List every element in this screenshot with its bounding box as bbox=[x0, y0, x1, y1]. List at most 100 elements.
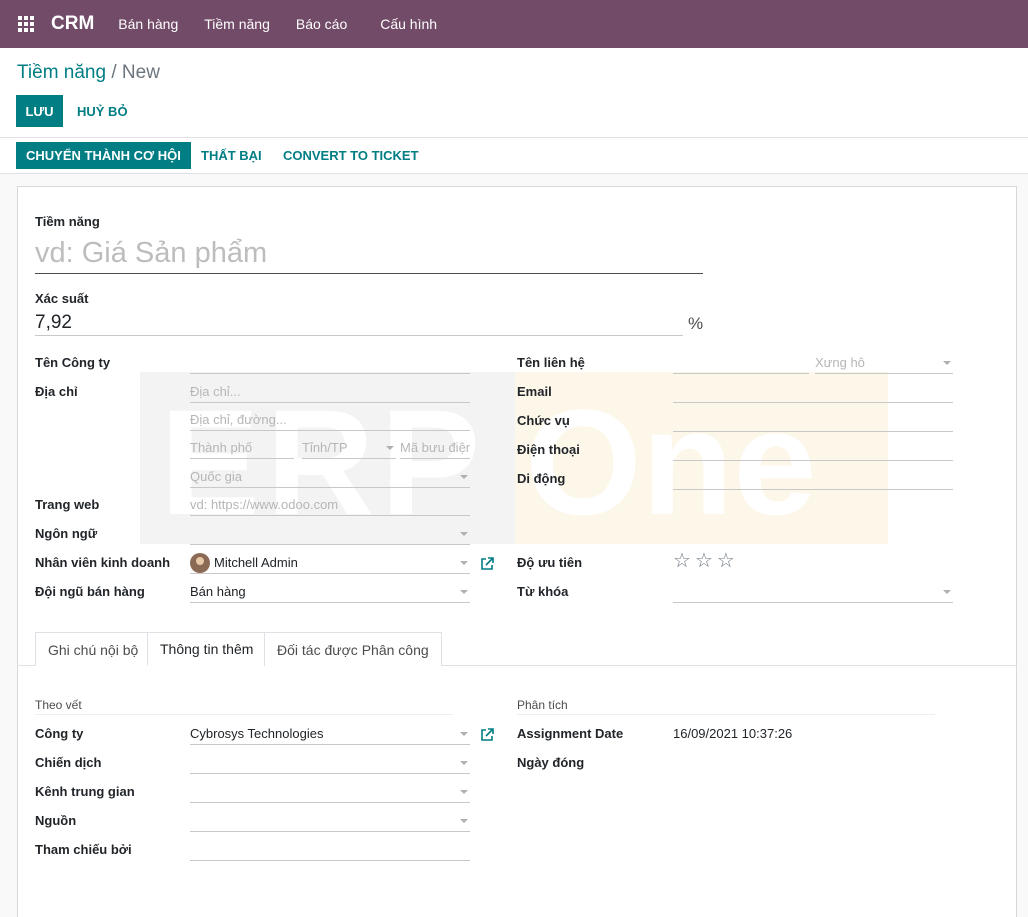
company-value: Cybrosys Technologies bbox=[190, 726, 324, 741]
chevron-down-icon bbox=[460, 475, 468, 479]
lead-title-placeholder: vd: Giá Sản phẩm bbox=[35, 237, 268, 269]
nav-menu-reporting[interactable]: Báo cáo bbox=[296, 16, 347, 32]
job-position-input[interactable] bbox=[673, 410, 953, 432]
probability-label: Xác suất bbox=[35, 291, 89, 306]
assignment-date-value: 16/09/2021 10:37:26 bbox=[673, 726, 793, 741]
sales-team-label: Đội ngũ bán hàng bbox=[35, 584, 145, 599]
mobile-input[interactable] bbox=[673, 468, 953, 490]
zip-input[interactable]: Mã bưu điện bbox=[400, 437, 470, 459]
street-input[interactable]: Địa chỉ... bbox=[190, 381, 470, 403]
mark-lost-button[interactable]: THẤT BẠI bbox=[201, 142, 262, 169]
city-placeholder: Thành phố bbox=[190, 440, 253, 455]
street2-input[interactable]: Địa chỉ, đường... bbox=[190, 409, 470, 431]
salesperson-select[interactable]: Mitchell Admin bbox=[190, 552, 470, 574]
sales-team-select[interactable]: Bán hàng bbox=[190, 581, 470, 603]
campaign-label: Chiến dịch bbox=[35, 755, 102, 770]
external-link-icon[interactable] bbox=[480, 728, 494, 742]
contact-title-select[interactable]: Xưng hô bbox=[815, 352, 953, 374]
save-button[interactable]: LƯU bbox=[16, 95, 63, 127]
chevron-down-icon bbox=[460, 532, 468, 536]
tags-label: Từ khóa bbox=[517, 584, 569, 599]
star-icon[interactable]: ☆ bbox=[717, 551, 735, 571]
section-divider bbox=[35, 714, 453, 715]
apps-menu-icon[interactable] bbox=[17, 15, 35, 33]
chevron-down-icon bbox=[460, 590, 468, 594]
convert-to-ticket-button[interactable]: CONVERT TO TICKET bbox=[283, 142, 419, 169]
phone-label: Điện thoại bbox=[517, 442, 580, 457]
external-link-icon[interactable] bbox=[480, 557, 494, 571]
priority-label: Độ ưu tiên bbox=[517, 555, 583, 570]
source-select[interactable] bbox=[190, 810, 470, 832]
mobile-label: Di động bbox=[517, 471, 566, 486]
chevron-down-icon bbox=[943, 590, 951, 594]
tracking-section-title: Theo vết bbox=[35, 698, 82, 712]
phone-input[interactable] bbox=[673, 439, 953, 461]
breadcrumb-parent[interactable]: Tiềm năng bbox=[17, 62, 106, 83]
breadcrumb-current: New bbox=[121, 62, 160, 83]
country-select[interactable]: Quốc gia bbox=[190, 466, 470, 488]
company-name-label: Tên Công ty bbox=[35, 355, 111, 370]
email-input[interactable] bbox=[673, 381, 953, 403]
assignment-date-label: Assignment Date bbox=[517, 726, 624, 741]
state-select[interactable]: Tỉnh/TP bbox=[302, 437, 396, 459]
top-navbar: CRM Bán hàng Tiềm năng Báo cáo Cấu hình bbox=[0, 0, 1028, 48]
tags-select[interactable] bbox=[673, 581, 953, 603]
company-label: Công ty bbox=[35, 726, 84, 741]
email-label: Email bbox=[517, 384, 552, 399]
probability-input[interactable]: 7,92 bbox=[35, 310, 683, 336]
avatar bbox=[190, 552, 210, 573]
source-label: Nguồn bbox=[35, 813, 77, 828]
country-placeholder: Quốc gia bbox=[190, 469, 243, 484]
contact-name-label: Tên liên hệ bbox=[517, 355, 585, 370]
address-label: Địa chỉ bbox=[35, 384, 78, 399]
status-bar: CHUYỂN THÀNH CƠ HỘI THẤT BẠI CONVERT TO … bbox=[0, 138, 1028, 174]
website-placeholder: vd: https://www.odoo.com bbox=[190, 497, 339, 512]
salesperson-label: Nhân viên kinh doanh bbox=[35, 555, 171, 570]
nav-menu-sales[interactable]: Bán hàng bbox=[118, 16, 178, 32]
tab-internal-notes[interactable]: Ghi chú nội bộ bbox=[35, 632, 152, 666]
chevron-down-icon bbox=[460, 732, 468, 736]
tab-assigned-partner[interactable]: Đối tác được Phân công bbox=[264, 632, 442, 666]
discard-button[interactable]: HUỶ BỎ bbox=[77, 95, 128, 127]
contact-name-input[interactable] bbox=[673, 352, 809, 374]
medium-select[interactable] bbox=[190, 781, 470, 803]
nav-menu-leads[interactable]: Tiềm năng bbox=[204, 16, 270, 32]
star-icon[interactable]: ☆ bbox=[695, 551, 713, 571]
form-sheet bbox=[17, 186, 1017, 917]
language-select[interactable] bbox=[190, 523, 470, 545]
salesperson-value: Mitchell Admin bbox=[214, 555, 298, 570]
website-input[interactable]: vd: https://www.odoo.com bbox=[190, 494, 470, 516]
section-divider bbox=[517, 714, 935, 715]
lead-title-input[interactable]: vd: Giá Sản phẩm bbox=[35, 234, 703, 274]
sales-team-value: Bán hàng bbox=[190, 584, 246, 599]
referred-by-input[interactable] bbox=[190, 839, 470, 861]
job-position-label: Chức vụ bbox=[517, 413, 570, 428]
closed-date-label: Ngày đóng bbox=[517, 755, 585, 770]
chevron-down-icon bbox=[460, 790, 468, 794]
chevron-down-icon bbox=[460, 561, 468, 565]
medium-label: Kênh trung gian bbox=[35, 784, 135, 799]
street2-placeholder: Địa chỉ, đường... bbox=[190, 412, 287, 427]
state-placeholder: Tỉnh/TP bbox=[302, 440, 348, 455]
campaign-select[interactable] bbox=[190, 752, 470, 774]
lead-title-label: Tiềm năng bbox=[35, 214, 100, 229]
nav-menu-configuration[interactable]: Cấu hình bbox=[380, 16, 437, 32]
website-label: Trang web bbox=[35, 497, 100, 512]
breadcrumb-separator: / bbox=[111, 62, 117, 83]
control-panel: Tiềm năng / New LƯU HUỶ BỎ bbox=[0, 48, 1028, 138]
city-input[interactable]: Thành phố bbox=[190, 437, 294, 459]
tab-extra-info[interactable]: Thông tin thêm bbox=[147, 632, 267, 666]
chevron-down-icon bbox=[460, 819, 468, 823]
company-name-input[interactable] bbox=[190, 352, 470, 374]
language-label: Ngôn ngữ bbox=[35, 526, 98, 541]
company-select[interactable]: Cybrosys Technologies bbox=[190, 723, 470, 745]
probability-unit: % bbox=[688, 314, 704, 333]
street-placeholder: Địa chỉ... bbox=[190, 384, 241, 399]
breadcrumb: Tiềm năng / New bbox=[17, 62, 160, 84]
chevron-down-icon bbox=[943, 361, 951, 365]
star-icon[interactable]: ☆ bbox=[673, 551, 691, 571]
convert-to-opportunity-button[interactable]: CHUYỂN THÀNH CƠ HỘI bbox=[16, 142, 191, 169]
app-brand[interactable]: CRM bbox=[51, 13, 94, 35]
chevron-down-icon bbox=[386, 446, 394, 450]
chevron-down-icon bbox=[460, 761, 468, 765]
